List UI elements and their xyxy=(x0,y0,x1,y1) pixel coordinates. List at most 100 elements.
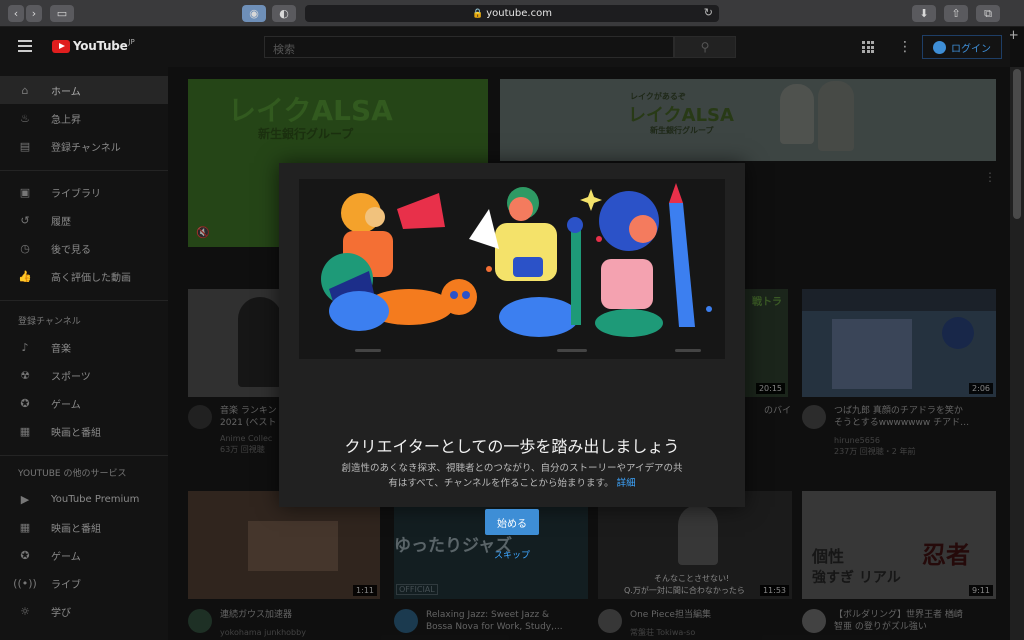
youtube-header: YouTube JP 検索 ⚲ ⋮ ログイン xyxy=(0,27,1010,67)
globe-icon: ◉ xyxy=(249,7,259,20)
sidebar-item-label: YouTube Premium xyxy=(51,493,140,505)
skip-link[interactable]: スキップ xyxy=(470,548,554,561)
film-icon: ▦ xyxy=(19,520,31,534)
bulb-icon: ☼ xyxy=(20,604,30,618)
sidebar-toggle-button[interactable]: ▭ xyxy=(50,5,74,22)
logo-text: YouTube xyxy=(73,39,128,53)
address-bar[interactable]: 🔒 youtube.com ↻ xyxy=(305,5,719,22)
url-text: youtube.com xyxy=(486,8,552,19)
sidebar-item-liked[interactable]: 👍 高く評価した動画 xyxy=(0,262,168,290)
sidebar-item-live[interactable]: ((•)) ライブ xyxy=(0,569,168,597)
fire-icon: ♨ xyxy=(20,111,30,125)
search-icon: ⚲ xyxy=(700,40,710,54)
menu-icon[interactable] xyxy=(18,40,32,52)
sidebar-item-trending[interactable]: ♨ 急上昇 xyxy=(0,104,168,132)
search-button[interactable]: ⚲ xyxy=(674,36,736,58)
account-icon xyxy=(933,40,946,54)
sidebar-item-label: 急上昇 xyxy=(51,114,81,126)
dialog-title: クリエイターとしての一歩を踏み出しましょう xyxy=(344,437,680,456)
sidebar-item-gaming[interactable]: ✪ ゲーム xyxy=(0,389,168,417)
tabs-button[interactable]: ⧉ xyxy=(976,5,1000,22)
extension-button[interactable]: ◉ xyxy=(242,5,266,22)
library-icon: ▣ xyxy=(19,185,31,199)
create-channel-dialog: クリエイターとしての一歩を踏み出しましょう 創造性のあくなき探求、視聴者とのつな… xyxy=(279,163,745,507)
login-button[interactable]: ログイン xyxy=(922,35,1002,59)
scroll-thumb[interactable] xyxy=(1013,69,1021,219)
sidebar-icon: ▭ xyxy=(56,7,68,20)
sidebar-item-movies-2[interactable]: ▦ 映画と番組 xyxy=(0,513,168,541)
lock-icon: 🔒 xyxy=(472,8,484,19)
share-icon: ⇧ xyxy=(951,7,961,20)
downloads-button[interactable]: ⬇ xyxy=(912,5,936,22)
more-vert-icon[interactable]: ⋮ xyxy=(898,39,912,55)
sidebar-item-movies[interactable]: ▦ 映画と番組 xyxy=(0,417,168,445)
film-icon: ▦ xyxy=(19,424,31,438)
apps-icon[interactable] xyxy=(862,41,874,53)
search-input[interactable]: 検索 xyxy=(264,36,674,58)
start-button[interactable]: 始める xyxy=(485,509,539,535)
history-icon: ↺ xyxy=(20,213,30,227)
sidebar-item-library[interactable]: ▣ ライブラリ xyxy=(0,178,168,206)
subscriptions-icon: ▤ xyxy=(19,139,31,153)
download-icon: ⬇ xyxy=(919,7,929,20)
sidebar-item-label: 映画と番組 xyxy=(51,523,101,535)
home-icon: ⌂ xyxy=(21,83,29,97)
sidebar-item-label: ホーム xyxy=(51,86,81,98)
chevron-right-icon: › xyxy=(31,7,37,20)
sidebar-item-history[interactable]: ↺ 履歴 xyxy=(0,206,168,234)
creator-illustration-svg xyxy=(299,179,725,359)
sidebar-item-label: 映画と番組 xyxy=(51,427,101,439)
back-button[interactable]: ‹ xyxy=(8,5,24,22)
sidebar-item-gaming-2[interactable]: ✪ ゲーム xyxy=(0,541,168,569)
youtube-icon: ▶ xyxy=(20,492,30,506)
sidebar-divider xyxy=(0,170,168,171)
forward-button[interactable]: › xyxy=(26,5,42,22)
sidebar-item-label: スポーツ xyxy=(51,371,91,383)
sidebar-item-premium[interactable]: ▶ YouTube Premium xyxy=(0,485,168,513)
sidebar-item-sports[interactable]: ☢ スポーツ xyxy=(0,361,168,389)
gamepad-icon: ✪ xyxy=(20,396,30,410)
sidebar-item-label: 履歴 xyxy=(51,216,71,228)
sidebar-item-label: 後で見る xyxy=(51,244,91,256)
share-button[interactable]: ⇧ xyxy=(944,5,968,22)
sidebar-item-home[interactable]: ⌂ ホーム xyxy=(0,76,168,104)
details-link[interactable]: 詳細 xyxy=(617,478,636,489)
sidebar-item-music[interactable]: ♪ 音楽 xyxy=(0,333,168,361)
scrollbar[interactable] xyxy=(1010,67,1024,640)
sidebar-item-label: 音楽 xyxy=(51,343,71,355)
privacy-button[interactable]: ◐ xyxy=(272,5,296,22)
music-icon: ♪ xyxy=(21,340,29,354)
shield-icon: ◐ xyxy=(279,7,289,20)
sidebar-item-label: 高く評価した動画 xyxy=(51,272,131,284)
trophy-icon: ☢ xyxy=(20,368,30,382)
sidebar-item-label: 学び xyxy=(51,607,71,619)
sidebar-section-subs: 登録チャンネル xyxy=(18,317,81,327)
sidebar-item-label: ライブラリ xyxy=(51,188,101,200)
sidebar-item-label: ライブ xyxy=(51,579,81,591)
chevron-left-icon: ‹ xyxy=(13,7,19,20)
dialog-description-line: 有はすべて、チャンネルを作ることから始まります。 xyxy=(388,478,614,489)
sidebar-item-subscriptions[interactable]: ▤ 登録チャンネル xyxy=(0,132,168,160)
creator-illustration xyxy=(299,179,725,359)
dialog-description-line: 創造性のあくなき探求、視聴者とのつながり、自分のストーリーやアイデアの共 xyxy=(341,463,683,474)
sidebar-item-learning[interactable]: ☼ 学び xyxy=(0,597,168,625)
live-icon: ((•)) xyxy=(13,576,37,590)
sidebar-section-more: YOUTUBE の他のサービス xyxy=(18,469,127,479)
clock-icon: ◷ xyxy=(20,241,30,255)
youtube-logo[interactable]: YouTube JP xyxy=(52,38,135,53)
sidebar-item-watch-later[interactable]: ◷ 後で見る xyxy=(0,234,168,262)
sidebar-item-label: 登録チャンネル xyxy=(51,142,121,154)
tabs-icon: ⧉ xyxy=(984,6,992,20)
youtube-play-icon xyxy=(52,39,70,53)
reload-icon[interactable]: ↻ xyxy=(704,6,713,19)
sidebar-item-label: ゲーム xyxy=(51,551,81,563)
sidebar-item-label: ゲーム xyxy=(51,399,81,411)
browser-toolbar: ‹ › ▭ ◉ ◐ 🔒 youtube.com ↻ ⬇ ⇧ ⧉ xyxy=(0,0,1024,27)
dialog-description: 創造性のあくなき探求、視聴者とのつながり、自分のストーリーやアイデアの共 有はす… xyxy=(329,461,695,491)
login-label: ログイン xyxy=(951,43,991,55)
logo-region: JP xyxy=(128,38,135,46)
gamepad-icon: ✪ xyxy=(20,548,30,562)
sidebar-divider xyxy=(0,300,168,301)
thumbs-up-icon: 👍 xyxy=(18,269,32,283)
sidebar-divider xyxy=(0,455,168,456)
